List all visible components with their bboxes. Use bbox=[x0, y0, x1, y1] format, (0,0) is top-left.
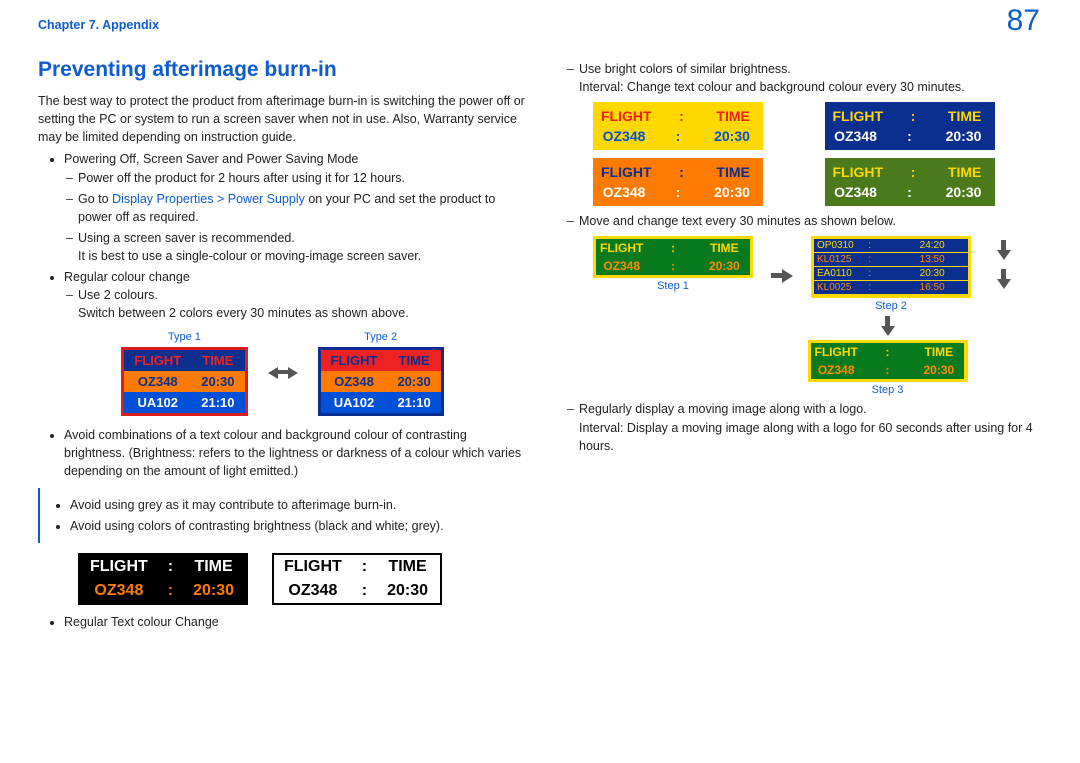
sub-power-off: Power off the product for 2 hours after … bbox=[78, 169, 527, 187]
flight-table-type1: FLIGHTTIME OZ34820:30 UA10221:10 bbox=[121, 347, 247, 416]
section-title: Preventing afterimage burn-in bbox=[38, 58, 527, 82]
sub-moving-image: Regularly display a moving image along w… bbox=[579, 400, 1042, 454]
step1-panel: FLIGHT:TIME OZ348:20:30 bbox=[593, 236, 753, 278]
double-down-arrow-icon bbox=[995, 236, 1013, 293]
sub-two-colours: Use 2 colours. Switch between 2 colors e… bbox=[78, 286, 527, 322]
right-column: Use bright colors of similar brightness.… bbox=[553, 58, 1042, 635]
step2-label: Step 2 bbox=[875, 300, 907, 312]
panel-orange: FLIGHT:TIME OZ348:20:30 bbox=[593, 158, 763, 206]
callout-box: Avoid using grey as it may contribute to… bbox=[38, 488, 527, 543]
panel-blue: FLIGHT:TIME OZ348:20:30 bbox=[825, 102, 995, 150]
sub-display-props: Go to Display Properties > Power Supply … bbox=[78, 190, 527, 226]
callout-grey: Avoid using grey as it may contribute to… bbox=[70, 496, 527, 514]
type1-label: Type 1 bbox=[168, 331, 201, 343]
bullet-power-saving: Powering Off, Screen Saver and Power Sav… bbox=[64, 150, 527, 265]
flight-table-white: FLIGHT:TIME OZ348:20:30 bbox=[272, 553, 442, 605]
sub-screen-saver: Using a screen saver is recommended. It … bbox=[78, 229, 527, 265]
bullet-colour-change: Regular colour change Use 2 colours. Swi… bbox=[64, 268, 527, 322]
bullet-avoid-contrast: Avoid combinations of a text colour and … bbox=[64, 426, 527, 480]
sub-move-change: Move and change text every 30 minutes as… bbox=[579, 212, 1042, 230]
panel-yellow: FLIGHT:TIME OZ348:20:30 bbox=[593, 102, 763, 150]
page-number: 87 bbox=[1007, 4, 1040, 38]
type2-label: Type 2 bbox=[364, 331, 397, 343]
step2-panel: OP0310:24:20 KL0125:13:50 EA0110:20:30 K… bbox=[811, 236, 971, 298]
link-power-supply[interactable]: Power Supply bbox=[228, 192, 305, 206]
type-comparison-row: Type 1 FLIGHTTIME OZ34820:30 UA10221:10 … bbox=[38, 329, 527, 416]
callout-contrast: Avoid using colors of contrasting bright… bbox=[70, 517, 527, 535]
link-display-properties[interactable]: Display Properties bbox=[112, 192, 213, 206]
arrow-down-icon bbox=[879, 316, 897, 336]
step-row: FLIGHT:TIME OZ348:20:30 Step 1 OP0310:24… bbox=[593, 236, 1042, 316]
intro-paragraph: The best way to protect the product from… bbox=[38, 92, 527, 146]
double-arrow-icon bbox=[268, 363, 298, 381]
black-white-example-row: FLIGHT:TIME OZ348:20:30 FLIGHT:TIME OZ34… bbox=[78, 553, 527, 605]
arrow-right-icon bbox=[771, 267, 793, 285]
panel-green: FLIGHT:TIME OZ348:20:30 bbox=[825, 158, 995, 206]
bullet-text-colour-change: Regular Text colour Change bbox=[64, 613, 527, 631]
step3-label: Step 3 bbox=[872, 384, 904, 396]
step3-wrap: FLIGHT:TIME OZ348:20:30 Step 3 bbox=[733, 312, 1042, 400]
flight-table-type2: FLIGHTTIME OZ34820:30 UA10221:10 bbox=[318, 347, 444, 416]
colour-panel-grid: FLIGHT:TIME OZ348:20:30 FLIGHT:TIME OZ34… bbox=[593, 102, 1042, 206]
page-header: Chapter 7. Appendix 87 bbox=[38, 18, 1042, 32]
two-column-layout: Preventing afterimage burn-in The best w… bbox=[38, 58, 1042, 635]
step1-label: Step 1 bbox=[657, 280, 689, 292]
left-column: Preventing afterimage burn-in The best w… bbox=[38, 58, 527, 635]
flight-table-black: FLIGHT:TIME OZ348:20:30 bbox=[78, 553, 248, 605]
sub-bright-colors: Use bright colors of similar brightness.… bbox=[579, 60, 1042, 96]
chapter-label: Chapter 7. Appendix bbox=[38, 18, 159, 32]
step3-panel: FLIGHT:TIME OZ348:20:30 bbox=[808, 340, 968, 382]
